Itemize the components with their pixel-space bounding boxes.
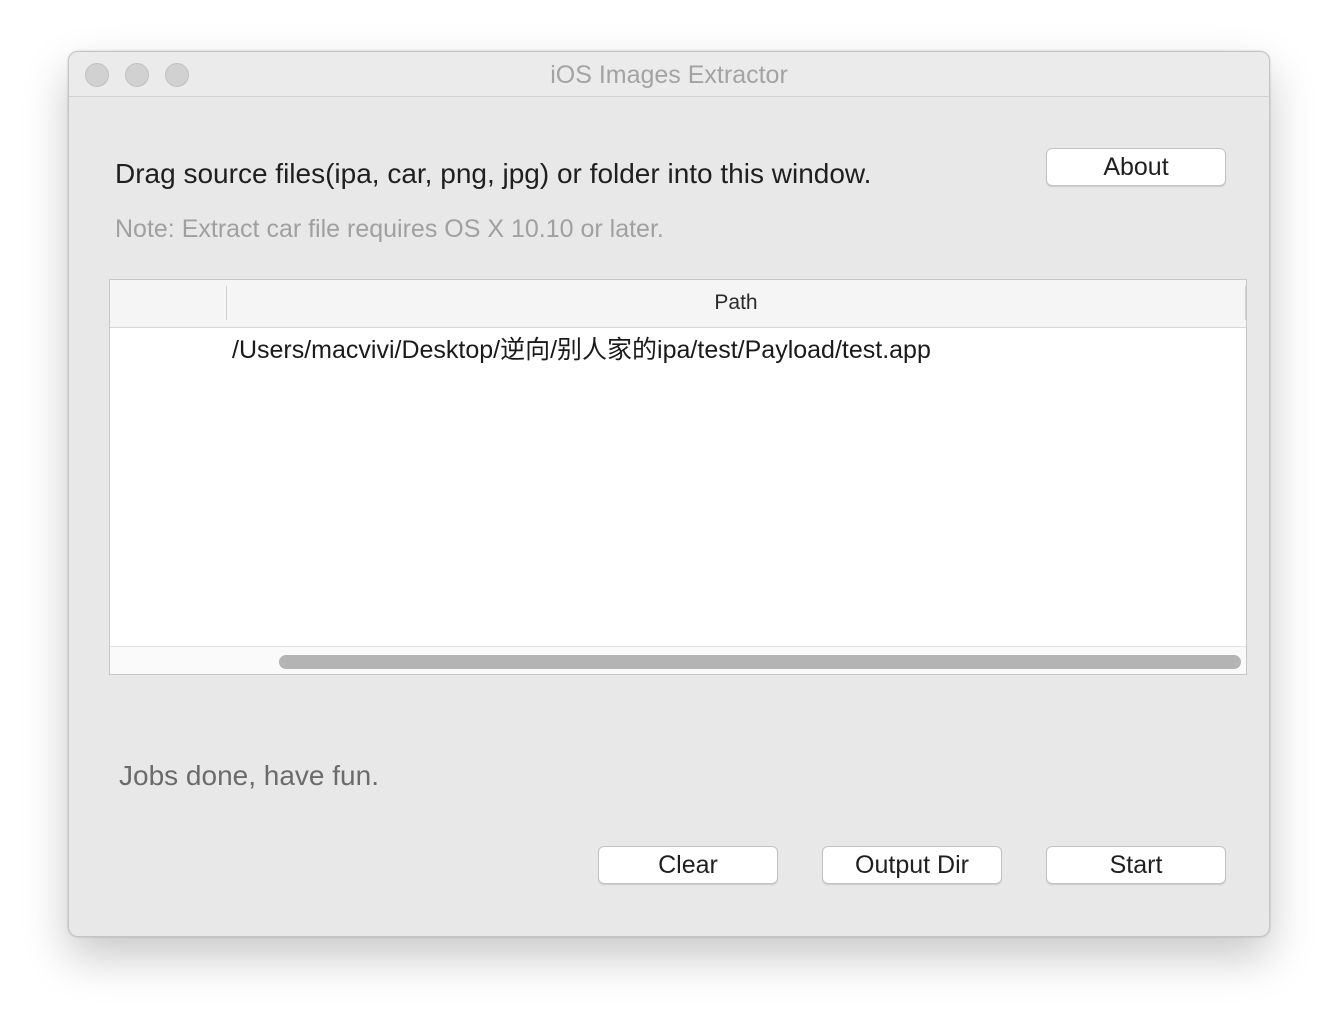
title-bar[interactable]: iOS Images Extractor: [69, 52, 1269, 97]
horizontal-scrollbar[interactable]: [110, 646, 1246, 674]
minimize-icon[interactable]: [125, 63, 149, 87]
start-button[interactable]: Start: [1046, 846, 1226, 884]
window-title: iOS Images Extractor: [550, 61, 788, 89]
column-divider[interactable]: [1245, 286, 1246, 320]
drag-instruction-label: Drag source files(ipa, car, png, jpg) or…: [115, 158, 872, 189]
table-row[interactable]: /Users/macvivi/Desktop/逆向/别人家的ipa/test/P…: [110, 328, 1246, 372]
column-header-path[interactable]: Path: [227, 280, 1245, 327]
zoom-icon[interactable]: [165, 63, 189, 87]
table-header: Path: [110, 280, 1246, 328]
file-list-table[interactable]: Path /Users/macvivi/Desktop/逆向/别人家的ipa/t…: [109, 279, 1247, 675]
about-button[interactable]: About: [1046, 148, 1226, 186]
os-requirement-note: Note: Extract car file requires OS X 10.…: [115, 215, 664, 243]
scrollbar-thumb[interactable]: [279, 655, 1241, 669]
row-path-cell: /Users/macvivi/Desktop/逆向/别人家的ipa/test/P…: [232, 336, 931, 364]
close-icon[interactable]: [85, 63, 109, 87]
output-dir-button[interactable]: Output Dir: [822, 846, 1002, 884]
app-window: iOS Images Extractor Drag source files(i…: [68, 51, 1270, 937]
clear-button[interactable]: Clear: [598, 846, 778, 884]
status-label: Jobs done, have fun.: [119, 760, 379, 791]
